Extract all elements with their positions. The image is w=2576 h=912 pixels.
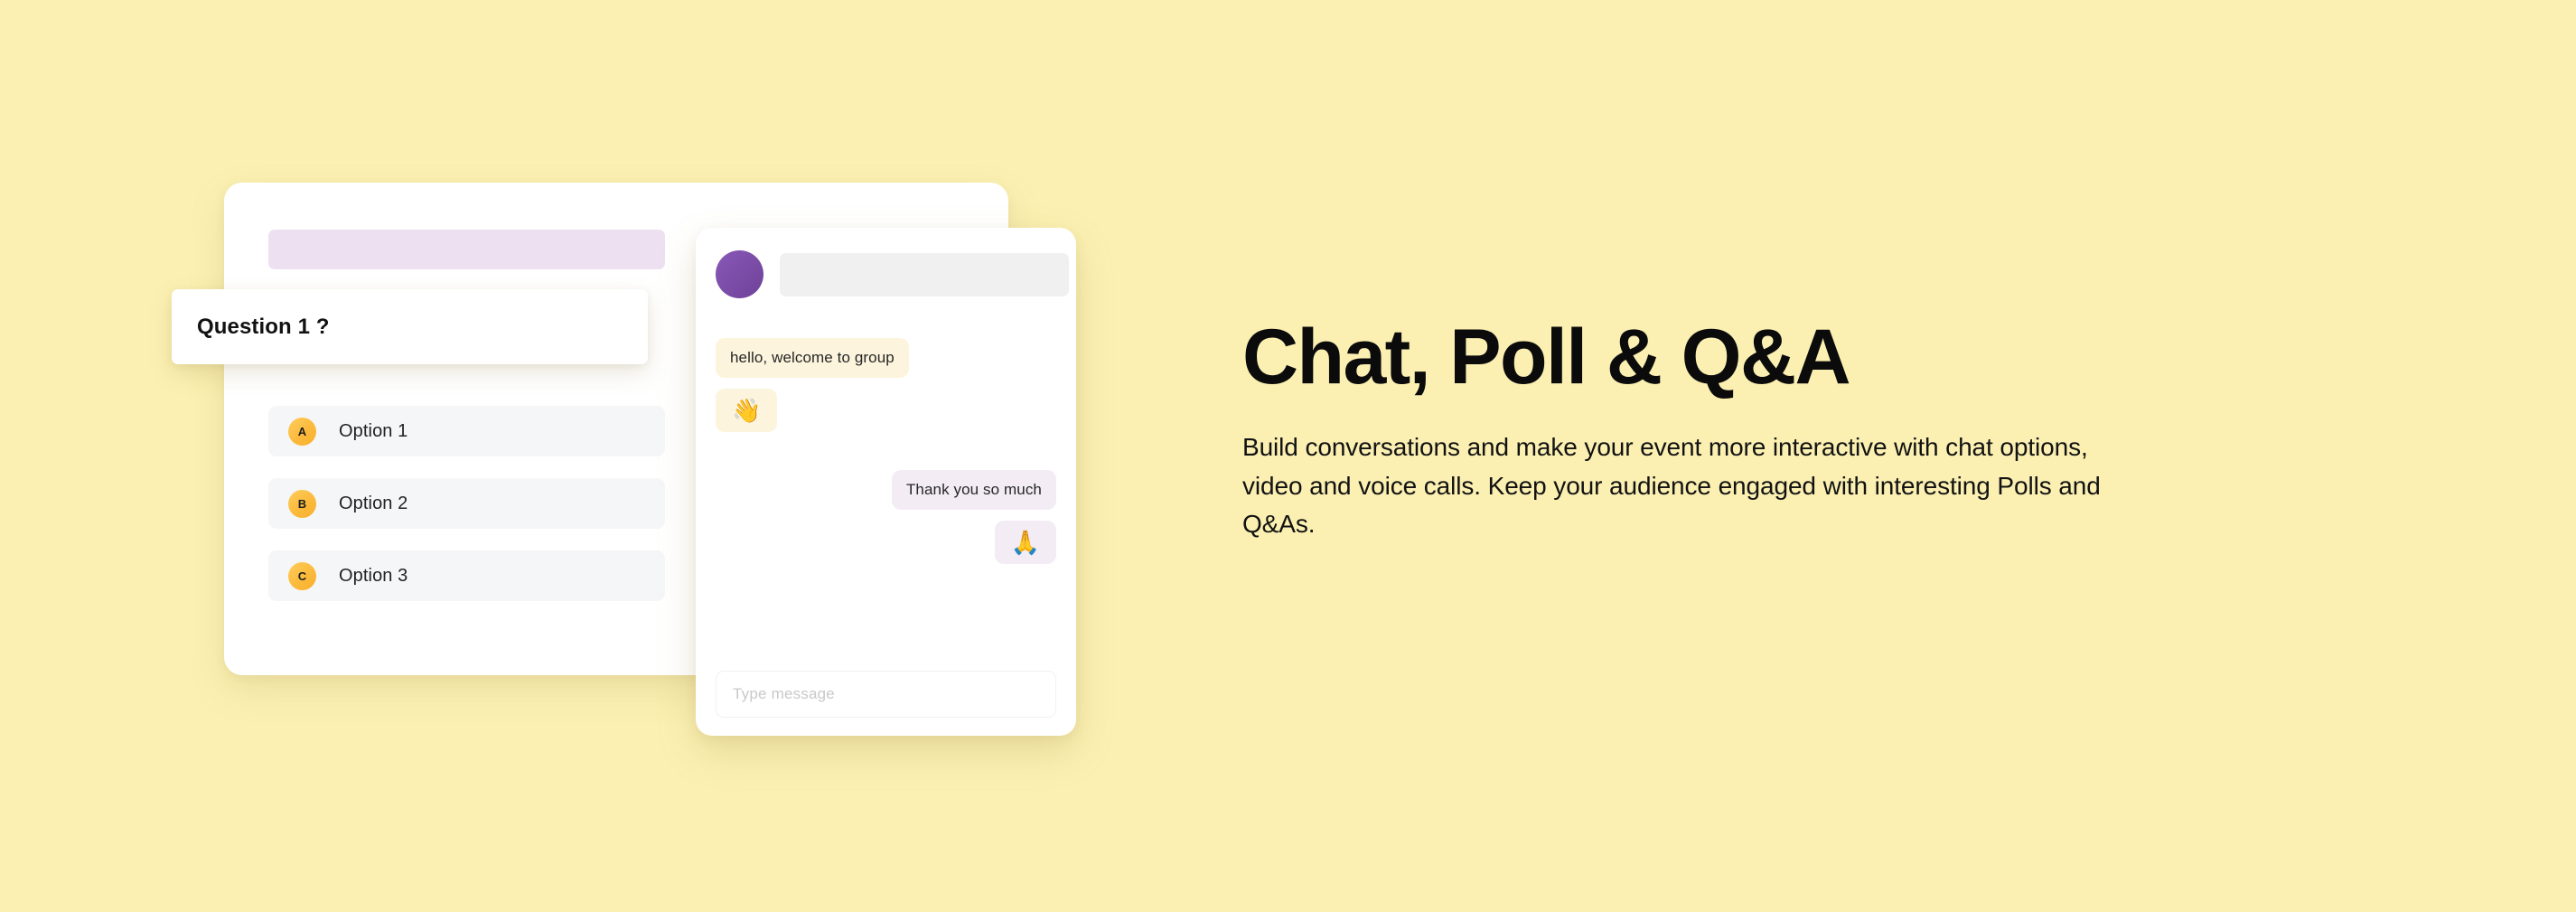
message-bubble-outgoing: Thank you so much <box>891 470 1056 510</box>
poll-question-text: Question 1 ? <box>197 314 330 339</box>
option-badge-a: A <box>288 417 316 446</box>
option-badge-c: C <box>288 561 316 590</box>
message-row: hello, welcome to group <box>716 338 1056 378</box>
option-label: Option 2 <box>339 493 408 513</box>
option-badge-b: B <box>288 489 316 518</box>
feature-illustration: A Option 1 B Option 2 C Option 3 Questio… <box>0 0 1175 912</box>
chat-message-thread: hello, welcome to group 👋 Thank you so m… <box>696 338 1076 575</box>
avatar <box>716 250 763 298</box>
chat-card: hello, welcome to group 👋 Thank you so m… <box>696 228 1076 736</box>
poll-option-row[interactable]: C Option 3 <box>268 550 665 601</box>
poll-title-placeholder-bar <box>268 230 665 269</box>
poll-option-row[interactable]: A Option 1 <box>268 406 665 456</box>
feature-text-block: Chat, Poll & Q&A Build conversations and… <box>1242 318 2146 544</box>
message-row: 👋 <box>716 389 1056 432</box>
message-bubble-outgoing-emoji: 🙏 <box>994 521 1056 564</box>
message-input[interactable]: Type message <box>716 671 1056 718</box>
poll-question-chip: Question 1 ? <box>172 289 648 364</box>
chat-header <box>716 250 1069 298</box>
message-bubble-incoming-emoji: 👋 <box>716 389 778 432</box>
message-bubble-incoming: hello, welcome to group <box>716 338 909 378</box>
feature-description: Build conversations and make your event … <box>1242 433 2101 539</box>
chat-contact-name-placeholder <box>780 252 1069 296</box>
poll-option-row[interactable]: B Option 2 <box>268 478 665 529</box>
page-title: Chat, Poll & Q&A <box>1242 314 1851 400</box>
option-label: Option 1 <box>339 420 408 441</box>
poll-options-list: A Option 1 B Option 2 C Option 3 <box>268 406 665 623</box>
option-label: Option 3 <box>339 565 408 586</box>
message-row: Thank you so much <box>716 470 1056 510</box>
message-input-placeholder: Type message <box>733 685 835 702</box>
message-row: 🙏 <box>716 521 1056 564</box>
